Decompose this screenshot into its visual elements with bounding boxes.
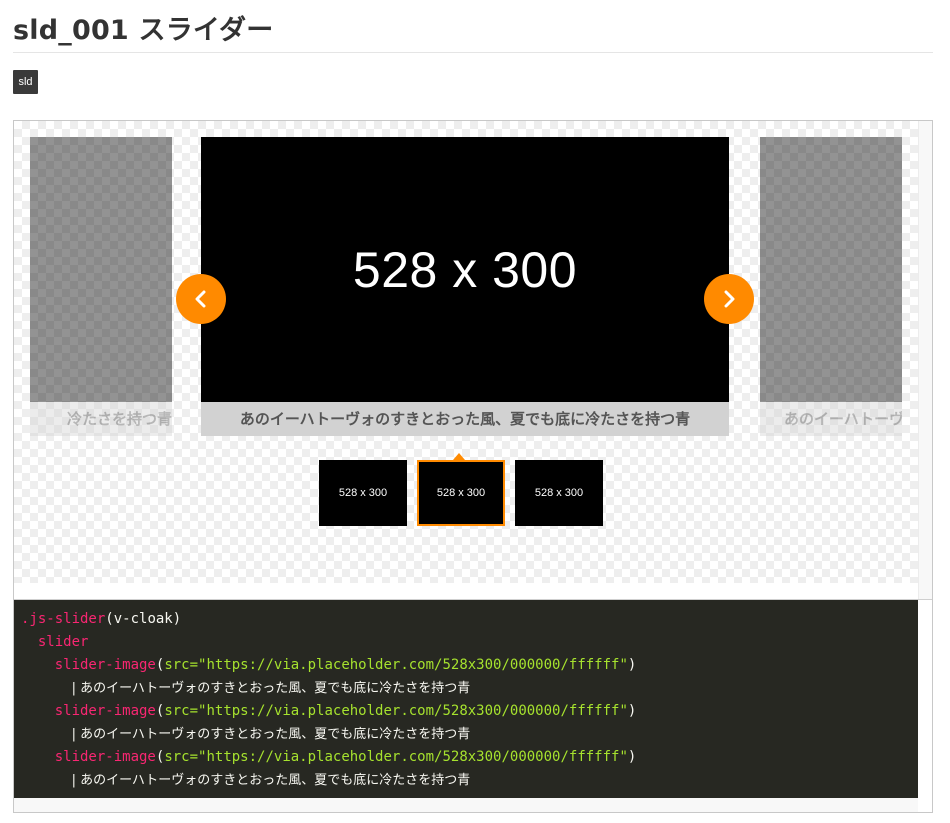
current-slide-image: 528 x 300 xyxy=(201,137,729,402)
previous-arrow-button[interactable] xyxy=(176,274,226,324)
demo-side-strip xyxy=(918,121,932,599)
next-arrow-button[interactable] xyxy=(704,274,754,324)
previous-slide-caption: 冷たさを持つ青 xyxy=(30,402,172,436)
current-slide-caption: あのイーハトーヴォのすきとおった風、夏でも底に冷たさを持つ青 xyxy=(201,402,729,436)
code-line: slider xyxy=(37,634,89,650)
previous-slide-image xyxy=(30,137,172,402)
next-slide-caption: あのイーハトーヴ xyxy=(760,402,902,436)
title-divider xyxy=(13,52,933,53)
category-tag[interactable]: sld xyxy=(13,70,38,94)
thumbnail-3[interactable]: 528 x 300 xyxy=(515,460,603,526)
code-line: | あのイーハトーヴォのすきとおった風、夏でも底に冷たさを持つ青 xyxy=(71,773,471,788)
code-footer xyxy=(14,798,918,812)
slider-demo-area: 冷たさを持つ青 528 x 300 あのイーハトーヴォのすきとおった風、夏でも底… xyxy=(14,121,918,583)
chevron-right-icon xyxy=(724,290,735,308)
code-block: .js-slider(v-cloak) slider slider-image(… xyxy=(14,600,918,798)
code-line: | あのイーハトーヴォのすきとおった風、夏でも底に冷たさを持つ青 xyxy=(71,681,471,696)
page-title: sld_001 スライダー xyxy=(13,15,274,46)
code-line: | あのイーハトーヴォのすきとおった風、夏でも底に冷たさを持つ青 xyxy=(71,727,471,742)
code-line: slider-image(src="https://via.placeholde… xyxy=(54,703,637,719)
active-thumbnail-pointer xyxy=(453,453,465,460)
code-line: .js-slider(v-cloak) xyxy=(21,611,182,627)
next-slide[interactable]: あのイーハトーヴ xyxy=(760,137,902,436)
code-line: slider-image(src="https://via.placeholde… xyxy=(54,749,637,765)
current-slide: 528 x 300 あのイーハトーヴォのすきとおった風、夏でも底に冷たさを持つ青 xyxy=(201,137,729,436)
previous-slide[interactable]: 冷たさを持つ青 xyxy=(30,137,172,436)
thumbnail-1[interactable]: 528 x 300 xyxy=(319,460,407,526)
demo-panel: 冷たさを持つ青 528 x 300 あのイーハトーヴォのすきとおった風、夏でも底… xyxy=(13,120,933,813)
next-slide-image xyxy=(760,137,902,402)
chevron-left-icon xyxy=(195,290,206,308)
thumbnail-2-active[interactable]: 528 x 300 xyxy=(417,460,505,526)
code-line: slider-image(src="https://via.placeholde… xyxy=(54,657,637,673)
